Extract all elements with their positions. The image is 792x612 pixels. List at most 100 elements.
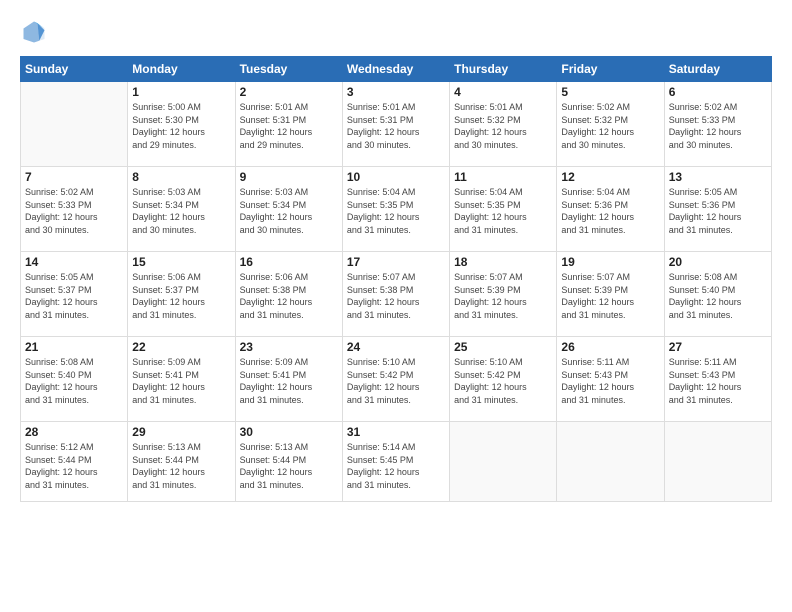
day-number: 1: [132, 85, 230, 99]
day-number: 9: [240, 170, 338, 184]
calendar-table: Sunday Monday Tuesday Wednesday Thursday…: [20, 56, 772, 502]
day-cell: 4 Sunrise: 5:01 AM Sunset: 5:32 PM Daylig…: [450, 82, 557, 167]
day-number: 19: [561, 255, 659, 269]
day-number: 29: [132, 425, 230, 439]
day-cell: 9 Sunrise: 5:03 AM Sunset: 5:34 PM Daylig…: [235, 167, 342, 252]
week-row-4: 21 Sunrise: 5:08 AM Sunset: 5:40 PM Dayli…: [21, 337, 772, 422]
day-info: Sunrise: 5:12 AM Sunset: 5:44 PM Dayligh…: [25, 441, 123, 491]
day-cell: 15Sunrise: 5:06 AM Sunset: 5:37 PM Dayli…: [128, 252, 235, 337]
day-info: Sunrise: 5:11 AM Sunset: 5:43 PM Dayligh…: [669, 356, 767, 406]
day-info: Sunrise: 5:00 AM Sunset: 5:30 PM Dayligh…: [132, 101, 230, 151]
day-info: Sunrise: 5:07 AM Sunset: 5:39 PM Dayligh…: [561, 271, 659, 321]
day-cell: 7Sunrise: 5:02 AM Sunset: 5:33 PM Daylig…: [21, 167, 128, 252]
day-number: 27: [669, 340, 767, 354]
day-cell: 25 Sunrise: 5:10 AM Sunset: 5:42 PM Dayli…: [450, 337, 557, 422]
day-info: Sunrise: 5:09 AM Sunset: 5:41 PM Dayligh…: [240, 356, 338, 406]
day-info: Sunrise: 5:04 AM Sunset: 5:36 PM Dayligh…: [561, 186, 659, 236]
col-sunday: Sunday: [21, 57, 128, 82]
day-info: Sunrise: 5:03 AM Sunset: 5:34 PM Dayligh…: [132, 186, 230, 236]
day-cell: 14 Sunrise: 5:05 AM Sunset: 5:37 PM Dayli…: [21, 252, 128, 337]
day-number: 6: [669, 85, 767, 99]
day-info: Sunrise: 5:07 AM Sunset: 5:38 PM Dayligh…: [347, 271, 445, 321]
day-cell: 13Sunrise: 5:05 AM Sunset: 5:36 PM Dayli…: [664, 167, 771, 252]
day-number: 16: [240, 255, 338, 269]
day-number: 8: [132, 170, 230, 184]
day-cell: 5Sunrise: 5:02 AM Sunset: 5:32 PM Daylig…: [557, 82, 664, 167]
day-info: Sunrise: 5:13 AM Sunset: 5:44 PM Dayligh…: [240, 441, 338, 491]
day-number: 17: [347, 255, 445, 269]
day-number: 26: [561, 340, 659, 354]
day-cell: 19 Sunrise: 5:07 AM Sunset: 5:39 PM Dayli…: [557, 252, 664, 337]
day-number: 11: [454, 170, 552, 184]
day-info: Sunrise: 5:07 AM Sunset: 5:39 PM Dayligh…: [454, 271, 552, 321]
day-number: 21: [25, 340, 123, 354]
day-cell: 30 Sunrise: 5:13 AM Sunset: 5:44 PM Dayli…: [235, 422, 342, 502]
col-wednesday: Wednesday: [342, 57, 449, 82]
col-saturday: Saturday: [664, 57, 771, 82]
day-number: 12: [561, 170, 659, 184]
day-number: 2: [240, 85, 338, 99]
day-info: Sunrise: 5:05 AM Sunset: 5:37 PM Dayligh…: [25, 271, 123, 321]
day-cell: 26 Sunrise: 5:11 AM Sunset: 5:43 PM Dayli…: [557, 337, 664, 422]
day-info: Sunrise: 5:10 AM Sunset: 5:42 PM Dayligh…: [347, 356, 445, 406]
day-cell: 6 Sunrise: 5:02 AM Sunset: 5:33 PM Daylig…: [664, 82, 771, 167]
day-info: Sunrise: 5:13 AM Sunset: 5:44 PM Dayligh…: [132, 441, 230, 491]
day-info: Sunrise: 5:06 AM Sunset: 5:38 PM Dayligh…: [240, 271, 338, 321]
day-cell: [21, 82, 128, 167]
col-tuesday: Tuesday: [235, 57, 342, 82]
col-thursday: Thursday: [450, 57, 557, 82]
day-cell: 24Sunrise: 5:10 AM Sunset: 5:42 PM Dayli…: [342, 337, 449, 422]
day-number: 30: [240, 425, 338, 439]
week-row-1: 1 Sunrise: 5:00 AM Sunset: 5:30 PM Daylig…: [21, 82, 772, 167]
day-info: Sunrise: 5:03 AM Sunset: 5:34 PM Dayligh…: [240, 186, 338, 236]
day-cell: 17 Sunrise: 5:07 AM Sunset: 5:38 PM Dayli…: [342, 252, 449, 337]
day-number: 4: [454, 85, 552, 99]
logo-icon: [20, 18, 48, 46]
day-number: 22: [132, 340, 230, 354]
day-number: 5: [561, 85, 659, 99]
day-number: 10: [347, 170, 445, 184]
day-cell: 20Sunrise: 5:08 AM Sunset: 5:40 PM Dayli…: [664, 252, 771, 337]
day-cell: 11 Sunrise: 5:04 AM Sunset: 5:35 PM Dayli…: [450, 167, 557, 252]
day-cell: 1 Sunrise: 5:00 AM Sunset: 5:30 PM Daylig…: [128, 82, 235, 167]
day-cell: 3Sunrise: 5:01 AM Sunset: 5:31 PM Daylig…: [342, 82, 449, 167]
day-number: 23: [240, 340, 338, 354]
day-cell: [450, 422, 557, 502]
header: [20, 18, 772, 46]
week-row-3: 14 Sunrise: 5:05 AM Sunset: 5:37 PM Dayli…: [21, 252, 772, 337]
day-number: 20: [669, 255, 767, 269]
day-info: Sunrise: 5:01 AM Sunset: 5:31 PM Dayligh…: [240, 101, 338, 151]
week-row-5: 28 Sunrise: 5:12 AM Sunset: 5:44 PM Dayli…: [21, 422, 772, 502]
day-info: Sunrise: 5:10 AM Sunset: 5:42 PM Dayligh…: [454, 356, 552, 406]
day-cell: [664, 422, 771, 502]
day-info: Sunrise: 5:06 AM Sunset: 5:37 PM Dayligh…: [132, 271, 230, 321]
day-info: Sunrise: 5:14 AM Sunset: 5:45 PM Dayligh…: [347, 441, 445, 491]
day-info: Sunrise: 5:04 AM Sunset: 5:35 PM Dayligh…: [454, 186, 552, 236]
day-cell: 23 Sunrise: 5:09 AM Sunset: 5:41 PM Dayli…: [235, 337, 342, 422]
logo: [20, 18, 52, 46]
page: Sunday Monday Tuesday Wednesday Thursday…: [0, 0, 792, 612]
day-info: Sunrise: 5:02 AM Sunset: 5:33 PM Dayligh…: [669, 101, 767, 151]
day-cell: 29 Sunrise: 5:13 AM Sunset: 5:44 PM Dayli…: [128, 422, 235, 502]
col-friday: Friday: [557, 57, 664, 82]
day-info: Sunrise: 5:08 AM Sunset: 5:40 PM Dayligh…: [25, 356, 123, 406]
day-cell: 18Sunrise: 5:07 AM Sunset: 5:39 PM Dayli…: [450, 252, 557, 337]
day-cell: 10Sunrise: 5:04 AM Sunset: 5:35 PM Dayli…: [342, 167, 449, 252]
day-number: 14: [25, 255, 123, 269]
week-row-2: 7Sunrise: 5:02 AM Sunset: 5:33 PM Daylig…: [21, 167, 772, 252]
day-info: Sunrise: 5:05 AM Sunset: 5:36 PM Dayligh…: [669, 186, 767, 236]
day-number: 31: [347, 425, 445, 439]
day-info: Sunrise: 5:11 AM Sunset: 5:43 PM Dayligh…: [561, 356, 659, 406]
day-cell: 27 Sunrise: 5:11 AM Sunset: 5:43 PM Dayli…: [664, 337, 771, 422]
day-cell: 31 Sunrise: 5:14 AM Sunset: 5:45 PM Dayli…: [342, 422, 449, 502]
day-info: Sunrise: 5:01 AM Sunset: 5:31 PM Dayligh…: [347, 101, 445, 151]
day-number: 28: [25, 425, 123, 439]
header-row: Sunday Monday Tuesday Wednesday Thursday…: [21, 57, 772, 82]
day-number: 25: [454, 340, 552, 354]
day-number: 7: [25, 170, 123, 184]
day-cell: 2 Sunrise: 5:01 AM Sunset: 5:31 PM Daylig…: [235, 82, 342, 167]
day-cell: 16 Sunrise: 5:06 AM Sunset: 5:38 PM Dayli…: [235, 252, 342, 337]
day-cell: 8 Sunrise: 5:03 AM Sunset: 5:34 PM Daylig…: [128, 167, 235, 252]
day-cell: 21 Sunrise: 5:08 AM Sunset: 5:40 PM Dayli…: [21, 337, 128, 422]
day-info: Sunrise: 5:01 AM Sunset: 5:32 PM Dayligh…: [454, 101, 552, 151]
